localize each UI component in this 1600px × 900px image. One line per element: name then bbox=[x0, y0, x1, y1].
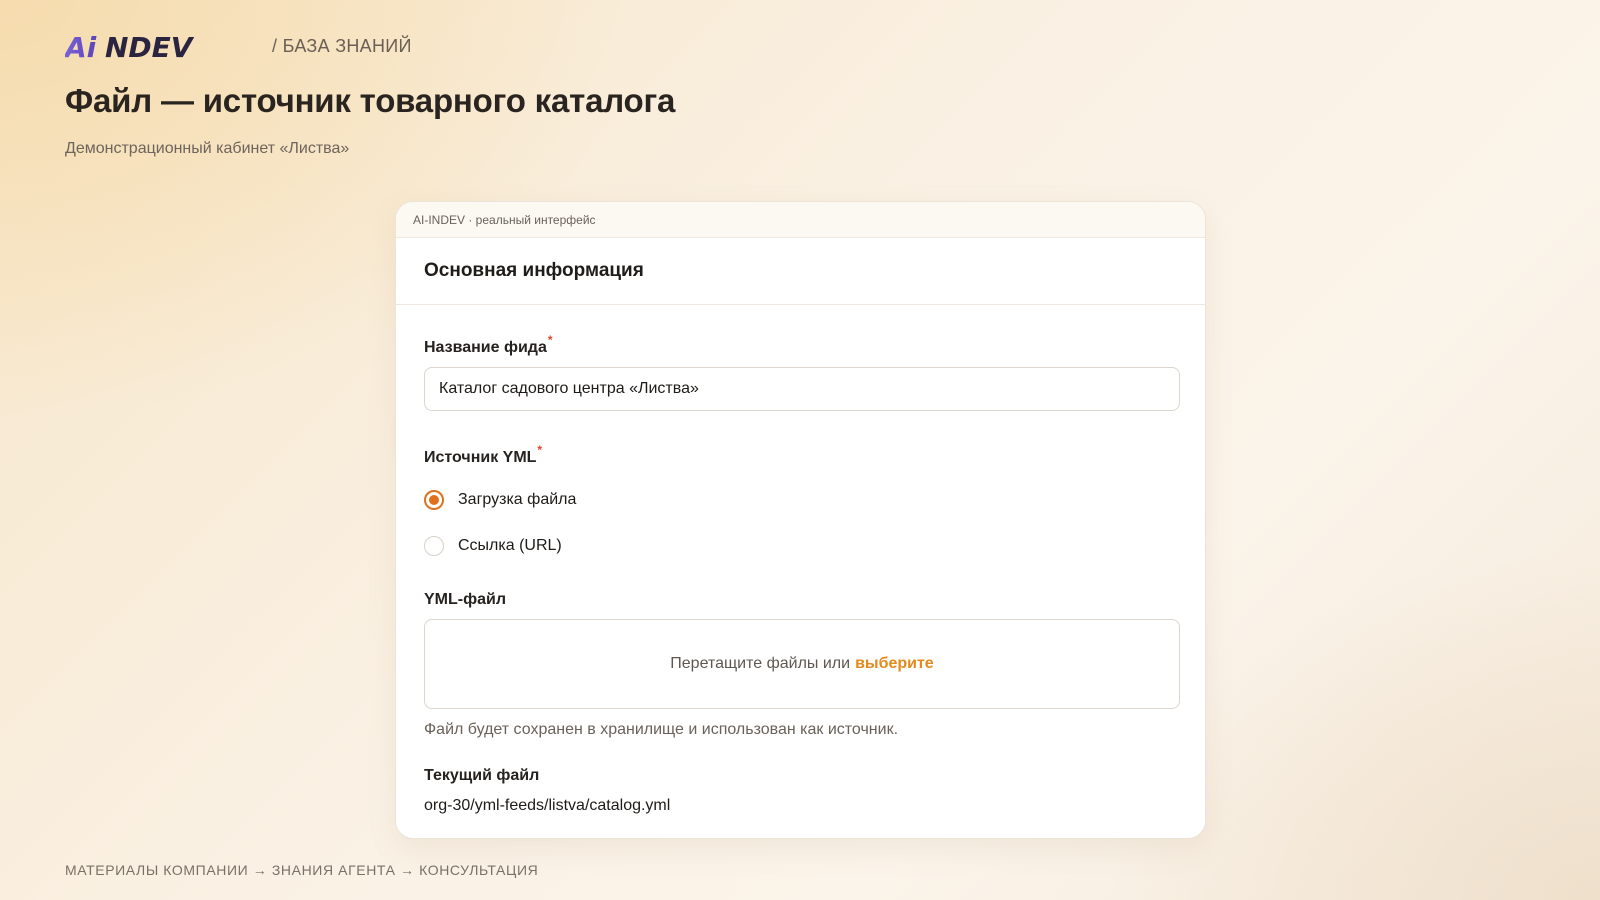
yml-source-radio-group: Загрузка файла Ссылка (URL) bbox=[424, 477, 1177, 569]
yml-source-label: Источник YML* bbox=[424, 443, 542, 467]
radio-checked-icon[interactable] bbox=[424, 490, 444, 510]
feed-name-field-group: Название фида* Каталог садового центра «… bbox=[424, 333, 1180, 411]
radio-option-file-upload[interactable]: Загрузка файла bbox=[424, 477, 1177, 523]
file-dropzone[interactable]: Перетащите файлы или выберите bbox=[424, 619, 1180, 709]
required-mark: * bbox=[547, 333, 553, 347]
yml-source-label-text: Источник YML bbox=[424, 449, 537, 466]
current-file-group: Текущий файл org-30/yml-feeds/listva/cat… bbox=[424, 767, 1177, 815]
radio-option-url[interactable]: Ссылка (URL) bbox=[424, 523, 1177, 569]
choose-file-link[interactable]: выберите bbox=[855, 655, 934, 673]
app-window: AI-INDEV · реальный интерфейс Основная и… bbox=[395, 201, 1206, 839]
section-title: Основная информация bbox=[424, 260, 644, 281]
radio-unchecked-icon[interactable] bbox=[424, 536, 444, 556]
feed-name-label-text: Название фида bbox=[424, 339, 547, 356]
yml-file-label: YML-файл bbox=[424, 591, 506, 608]
feed-form: Название фида* Каталог садового центра «… bbox=[396, 305, 1205, 815]
radio-label-url: Ссылка (URL) bbox=[458, 537, 562, 554]
breadcrumb[interactable]: / БАЗА ЗНАНИЙ bbox=[272, 36, 412, 57]
yml-source-field-group: Источник YML* Загрузка файла Ссылка (URL… bbox=[424, 443, 1177, 569]
required-mark: * bbox=[537, 443, 543, 457]
window-bar-text: AI-INDEV · реальный интерфейс bbox=[413, 212, 596, 227]
yml-file-field-group: YML-файл Перетащите файлы или выберите Ф… bbox=[424, 591, 1180, 739]
feed-name-input[interactable]: Каталог садового центра «Листва» bbox=[424, 367, 1180, 411]
section-header: Основная информация bbox=[396, 238, 1205, 305]
current-file-label: Текущий файл bbox=[424, 767, 540, 784]
aindev-logo[interactable]: Ai NDEV bbox=[65, 32, 250, 60]
window-title-bar: AI-INDEV · реальный интерфейс bbox=[396, 202, 1205, 238]
logo-wordmark-prefix: Ai bbox=[65, 32, 97, 60]
page-header: Ai NDEV / БАЗА ЗНАНИЙ bbox=[65, 32, 412, 60]
page-title: Файл — источник товарного каталога bbox=[65, 82, 676, 119]
dropzone-text: Перетащите файлы или bbox=[670, 655, 851, 672]
logo-wordmark-suffix: NDEV bbox=[105, 32, 195, 60]
yml-file-hint: Файл будет сохранен в хранилище и исполь… bbox=[424, 721, 899, 738]
current-file-path: org-30/yml-feeds/listva/catalog.yml bbox=[424, 797, 671, 814]
page-subtitle: Демонстрационный кабинет «Листва» bbox=[65, 140, 350, 157]
footer-breadcrumb-nav[interactable]: МАТЕРИАЛЫ КОМПАНИИ → ЗНАНИЯ АГЕНТА → КОН… bbox=[65, 862, 538, 878]
radio-label-file-upload: Загрузка файла bbox=[458, 491, 577, 508]
feed-name-value: Каталог садового центра «Листва» bbox=[439, 380, 699, 397]
feed-name-label: Название фида* bbox=[424, 333, 553, 357]
